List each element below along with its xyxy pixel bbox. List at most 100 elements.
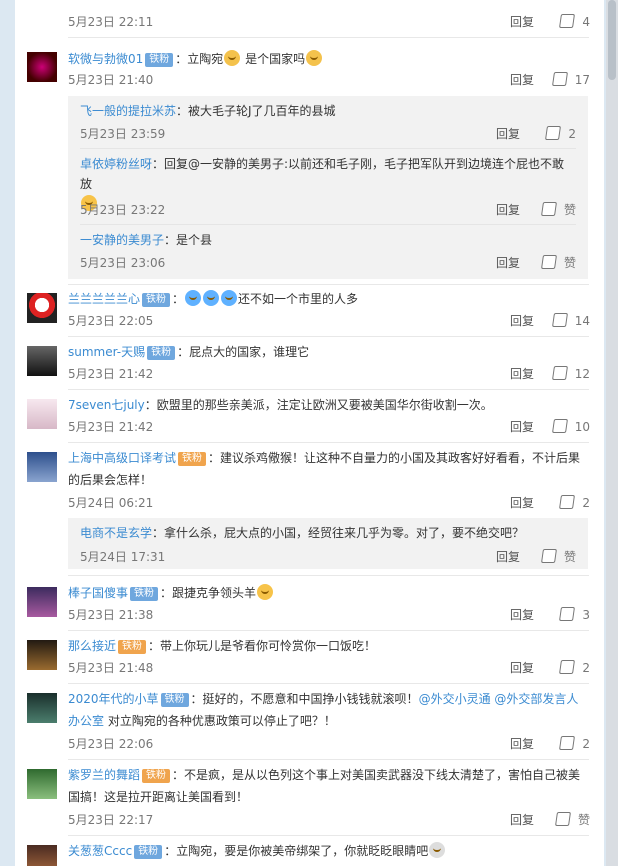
comment-time: 5月23日 21:42: [68, 367, 154, 381]
comment-text: ：立陶宛: [175, 52, 224, 66]
like-button[interactable]: 2: [545, 495, 590, 511]
fan-badge: 铁粉: [142, 769, 171, 783]
emoji-icon: [224, 50, 241, 66]
thumb-icon: [559, 660, 576, 674]
like-button[interactable]: 2: [531, 126, 576, 142]
user-name[interactable]: 7seven七july: [68, 398, 145, 412]
user-name[interactable]: summer-天赐: [68, 345, 145, 359]
divider: [68, 630, 589, 631]
avatar[interactable]: [27, 845, 57, 866]
reply-item: 飞一般的提拉米苏：被大毛子轮J了几百年的县城: [80, 101, 576, 121]
user-name[interactable]: 那么接近: [68, 639, 116, 653]
divider: [68, 389, 589, 390]
reply-button[interactable]: 回复: [496, 202, 520, 218]
divider: [68, 575, 589, 576]
reply-button[interactable]: 回复: [510, 366, 534, 382]
reply-button[interactable]: 回复: [510, 495, 534, 511]
reply-button[interactable]: 回复: [510, 14, 534, 30]
reply-button[interactable]: 回复: [510, 812, 534, 828]
avatar[interactable]: [27, 769, 57, 799]
like-button[interactable]: 3: [545, 607, 590, 623]
user-name[interactable]: 上海中高级口译考试: [68, 451, 176, 465]
divider: [80, 148, 576, 149]
user-name[interactable]: 紫罗兰的舞蹈: [68, 768, 140, 782]
like-button[interactable]: 2: [545, 736, 590, 752]
avatar[interactable]: [27, 293, 57, 323]
user-name[interactable]: 电商不是玄学: [80, 526, 152, 540]
thumb-icon: [551, 419, 568, 433]
avatar[interactable]: [27, 587, 57, 617]
like-button[interactable]: 2: [545, 660, 590, 676]
like-button[interactable]: 赞: [531, 202, 576, 218]
fan-badge: 铁粉: [147, 346, 176, 360]
comment-text-2: 还不如一个市里的人多: [238, 292, 359, 306]
emoji-icon: [257, 584, 274, 600]
like-button[interactable]: 4: [545, 14, 590, 30]
comment-item: 上海中高级口译考试 铁粉 ：建议杀鸡儆猴！让这种不自量力的小国及其政客好好看看，不计…: [15, 447, 604, 569]
emoji-icon: [203, 290, 220, 306]
comment-item: 软微与勃微01 铁粉 ：立陶宛 是个国家吗 5月23日 21:40 回复 17 飞一…: [15, 47, 604, 279]
reply-button[interactable]: 回复: [496, 255, 520, 271]
reply-text: ：是个县: [164, 233, 213, 247]
emoji-icon: [221, 290, 238, 306]
comment-text-2: 对立陶宛的各种优惠政策可以停止了吧？！: [104, 714, 336, 728]
comment-time: 5月23日 22:11: [68, 15, 154, 29]
like-button[interactable]: 10: [545, 419, 590, 435]
scroll-thumb[interactable]: [608, 0, 616, 80]
comment-item: 那么接近 铁粉 ：带上你玩儿是爷看你可怜赏你一口饭吃！ 5月23日 21:48 回复…: [15, 635, 604, 681]
user-name[interactable]: 卓依婷粉丝呀: [80, 157, 152, 171]
avatar[interactable]: [27, 693, 57, 723]
reply-button[interactable]: 回复: [510, 419, 534, 435]
user-name[interactable]: 2020年代的小草: [68, 692, 159, 706]
comment-text: ：跟捷克争领头羊: [160, 586, 257, 600]
reply-button[interactable]: 回复: [510, 660, 534, 676]
like-button[interactable]: 赞: [545, 812, 590, 828]
comment-text: ：立陶宛，要是你被美帝绑架了，你就眨眨眼睛吧: [164, 844, 429, 858]
thumb-icon: [559, 736, 576, 750]
like-button[interactable]: 17: [545, 72, 590, 88]
comment-item: 紫罗兰的舞蹈 铁粉 ：不是疯，是从以色列这个事上对美国卖武器没下线太清楚了，害怕自己…: [15, 764, 604, 830]
like-button[interactable]: 赞: [531, 255, 576, 271]
user-name[interactable]: 一安静的美男子: [80, 233, 164, 247]
reply-item: 电商不是玄学：拿什么杀，屁大点的小国，经贸往来几乎为零。对了，要不绝交吧？: [80, 523, 576, 543]
comment-time: 5月23日 21:48: [68, 661, 154, 675]
reply-time: 5月24日 17:31: [80, 550, 166, 564]
avatar[interactable]: [27, 452, 57, 482]
user-name[interactable]: 飞一般的提拉米苏: [80, 104, 176, 118]
scrollbar[interactable]: [606, 0, 618, 866]
comment-text: ：屁点大的国家，谁理它: [177, 345, 310, 359]
fan-badge: 铁粉: [145, 53, 174, 67]
like-button[interactable]: 12: [545, 366, 590, 382]
user-name[interactable]: 软微与勃微01: [68, 52, 143, 66]
avatar[interactable]: [27, 399, 57, 429]
fan-badge: 铁粉: [118, 640, 147, 654]
reply-button[interactable]: 回复: [496, 549, 520, 565]
fan-badge: 铁粉: [134, 845, 163, 859]
reply-button[interactable]: 回复: [496, 126, 520, 142]
divider: [68, 37, 589, 38]
avatar[interactable]: [27, 346, 57, 376]
comment-time: 5月23日 21:38: [68, 608, 154, 622]
divider: [68, 759, 589, 760]
comment-time: 5月24日 06:21: [68, 496, 154, 510]
reply-time: 5月23日 23:59: [80, 127, 166, 141]
like-button[interactable]: 赞: [531, 549, 576, 565]
reply-button[interactable]: 回复: [510, 607, 534, 623]
reply-time: 5月23日 23:22: [80, 203, 166, 217]
reply-text: ：回复@一安静的美男子:以前还和毛子刚，毛子把军队开到边境连个屁也不敢放: [80, 157, 565, 191]
comment-time: 5月23日 22:17: [68, 813, 154, 827]
reply-list: 电商不是玄学：拿什么杀，屁大点的小国，经贸往来几乎为零。对了，要不绝交吧？ 5月…: [68, 518, 588, 569]
reply-button[interactable]: 回复: [510, 736, 534, 752]
avatar[interactable]: [27, 640, 57, 670]
avatar[interactable]: [27, 52, 57, 82]
user-name[interactable]: 兰兰兰兰兰心: [68, 292, 140, 306]
reply-list: 飞一般的提拉米苏：被大毛子轮J了几百年的县城 5月23日 23:59 回复 2 …: [68, 96, 588, 279]
like-button[interactable]: 14: [545, 313, 590, 329]
user-name[interactable]: 棒子国傻事: [68, 586, 128, 600]
reply-text: ：被大毛子轮J了几百年的县城: [176, 104, 336, 118]
reply-button[interactable]: 回复: [510, 313, 534, 329]
user-name[interactable]: 关葱葱Cccc: [68, 844, 132, 858]
reply-button[interactable]: 回复: [510, 72, 534, 88]
reply-item: 一安静的美男子：是个县: [80, 230, 576, 250]
thumb-icon: [559, 607, 576, 621]
